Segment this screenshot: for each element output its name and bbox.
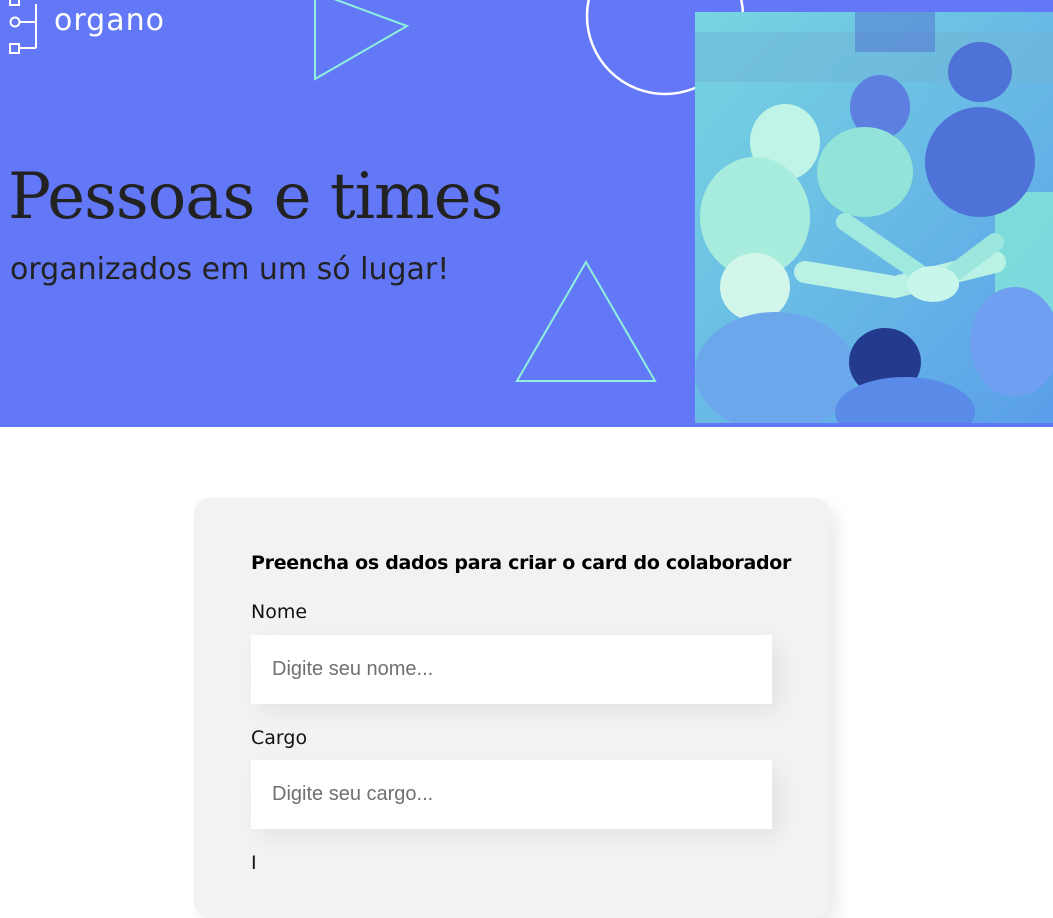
triangle-outline-icon	[314, 0, 410, 81]
page-title: Pessoas e times	[8, 160, 503, 234]
header-banner: organo Pessoas e times organizados em um…	[0, 0, 1053, 427]
role-label: Cargo	[251, 727, 308, 749]
role-input[interactable]	[251, 760, 772, 829]
collaborator-form: Preencha os dados para criar o card do c…	[194, 498, 830, 918]
page-subtitle: organizados em um só lugar!	[10, 252, 450, 287]
name-label: Nome	[251, 601, 308, 623]
form-title: Preencha os dados para criar o card do c…	[251, 552, 792, 574]
triangle-outline-icon	[515, 260, 657, 382]
image-label: I	[251, 852, 257, 874]
team-photo	[695, 12, 1053, 423]
brand-name: organo	[54, 2, 165, 38]
organization-chart-icon	[9, 0, 37, 54]
team-hands-image	[695, 12, 1053, 423]
brand-logo[interactable]: organo	[8, 0, 165, 58]
name-input[interactable]	[251, 635, 772, 704]
